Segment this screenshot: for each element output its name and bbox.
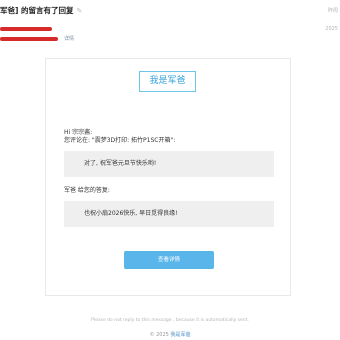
footer-note: Please do not reply to this message , be… bbox=[91, 318, 249, 323]
footer-copyright: © 2025 我是军爸 bbox=[0, 331, 340, 338]
email-date: 2025 bbox=[325, 26, 338, 32]
brand-logo: 我是军爸 bbox=[139, 71, 196, 92]
original-comment-box: 对了, 祝军爸元旦节快乐哟! bbox=[64, 151, 274, 177]
reply-intro-text: 军爸 给您的答复: bbox=[64, 187, 110, 194]
comment-intro-text: 您评论在: "震梦3D打印: 拓竹P1SC开箱": bbox=[64, 137, 176, 144]
footer-brand-link[interactable]: 我是军爸 bbox=[170, 332, 190, 338]
header-time-label: 昨周 bbox=[327, 8, 338, 14]
email-subject: 军爸] 的留言有了回复 ✎ bbox=[0, 5, 300, 16]
edit-icon[interactable]: ✎ bbox=[77, 7, 83, 15]
view-details-button[interactable]: 查看详情 bbox=[124, 251, 214, 269]
email-card: 我是军爸 Hi 宗宗酱: 您评论在: "震梦3D打印: 拓竹P1SC开箱": 对… bbox=[45, 58, 291, 296]
copyright-text: © 2025 bbox=[149, 332, 169, 338]
email-subject-text: 军爸] 的留言有了回复 bbox=[0, 6, 74, 15]
original-comment-text: 对了, 祝军爸元旦节快乐哟! bbox=[84, 160, 157, 167]
reply-text: 也祝小扇2026快乐, 早日觅得良缘! bbox=[84, 210, 178, 217]
email-view: 军爸] 的留言有了回复 ✎ 昨周 2025 详情 我是军爸 Hi 宗宗酱: 您评论… bbox=[0, 0, 340, 340]
details-link[interactable]: 详情 bbox=[64, 35, 74, 42]
reply-box: 也祝小扇2026快乐, 早日觅得良缘! bbox=[64, 201, 274, 227]
redacted-recipient bbox=[0, 37, 58, 41]
redacted-sender bbox=[0, 27, 52, 31]
